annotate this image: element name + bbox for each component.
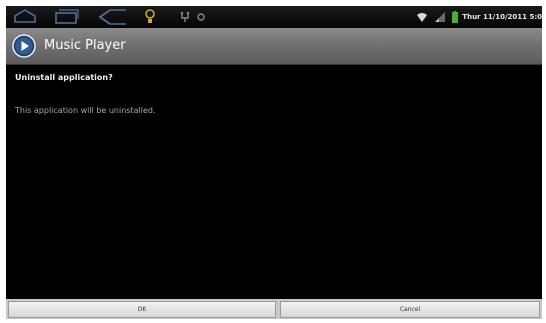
wifi-icon [417, 13, 428, 22]
status-time: Thur 11/10/2011 5:0 [462, 13, 542, 21]
ok-button[interactable]: OK [8, 301, 276, 318]
music-player-icon [12, 34, 36, 58]
status-bar: Thur 11/10/2011 5:0 [6, 6, 542, 28]
dialog-title: Uninstall application? [15, 73, 113, 82]
screen: Thur 11/10/2011 5:0 Music Player Uninsta… [6, 6, 542, 319]
status-indicators: Thur 11/10/2011 5:0 [410, 6, 542, 28]
usb-icon [178, 8, 192, 26]
bulb-icon [143, 8, 157, 26]
cancel-button[interactable]: Cancel [280, 301, 540, 318]
title-bar: Music Player [6, 28, 542, 65]
battery-icon [452, 11, 459, 23]
button-bar: OK Cancel [6, 299, 542, 319]
circle-icon [195, 8, 207, 26]
recent-apps-icon[interactable] [96, 8, 130, 26]
signal-icon [435, 12, 446, 22]
dialog-message: This application will be uninstalled. [15, 106, 156, 115]
home-icon[interactable] [12, 8, 38, 26]
app-title: Music Player [44, 38, 126, 53]
back-icon[interactable] [52, 8, 82, 26]
